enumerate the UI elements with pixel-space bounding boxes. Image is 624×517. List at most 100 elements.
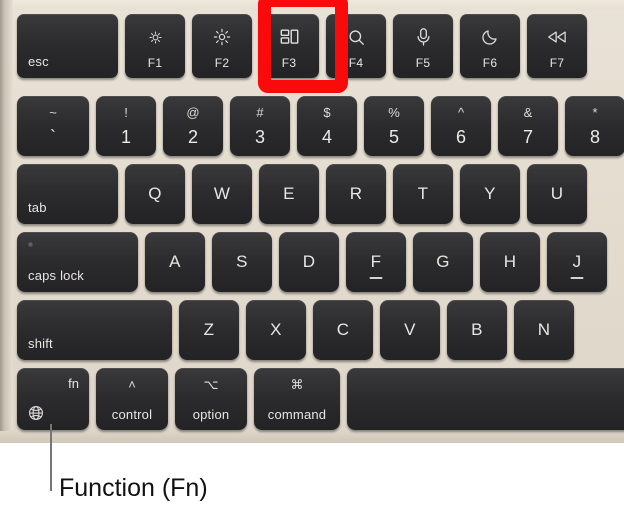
key-b[interactable]: B <box>447 300 507 360</box>
key-2-upper-label: @ <box>186 105 200 120</box>
key-6[interactable]: ^ 6 <box>431 96 491 156</box>
key-f-label: F <box>370 252 382 271</box>
key-1[interactable]: ! 1 <box>96 96 156 156</box>
key-x-label: X <box>270 320 282 339</box>
key-2[interactable]: @ 2 <box>163 96 223 156</box>
key-u-label: U <box>550 184 564 203</box>
number-key-row: ~ ` ! 1 @ 2 # 3 $ 4 % 5 ^ 6 & 7 * 8 <box>17 96 624 156</box>
key-control-label: control <box>111 407 153 422</box>
key-8-upper-label: * <box>592 105 598 120</box>
key-s[interactable]: S <box>212 232 272 292</box>
key-x[interactable]: X <box>246 300 306 360</box>
key-r-label: R <box>349 184 363 203</box>
key-f3[interactable]: F3 <box>259 14 319 78</box>
key-y-label: Y <box>484 184 496 203</box>
homing-bar-f <box>369 277 383 279</box>
key-v[interactable]: V <box>380 300 440 360</box>
key-command[interactable]: ⌘ command <box>254 368 340 430</box>
brightness-up-icon <box>192 26 252 48</box>
key-f[interactable]: F <box>346 232 406 292</box>
key-a-label: A <box>169 252 181 271</box>
key-f6-label: F6 <box>482 56 498 70</box>
key-option[interactable]: ⌥ option <box>175 368 247 430</box>
key-w[interactable]: W <box>192 164 252 224</box>
key-j[interactable]: J <box>547 232 607 292</box>
qwerty-key-row: tab Q W E R T Y U <box>17 164 587 224</box>
key-7[interactable]: & 7 <box>498 96 558 156</box>
function-key-row: esc F1 F2 F3 F4 F5 F6 F7 <box>17 14 587 78</box>
key-4[interactable]: $ 4 <box>297 96 357 156</box>
annotation-leader-line <box>50 424 52 491</box>
key-backtick-upper-label: ~ <box>49 105 57 120</box>
key-f5[interactable]: F5 <box>393 14 453 78</box>
key-shift[interactable]: shift <box>17 300 172 360</box>
key-shift-label: shift <box>28 336 53 351</box>
key-c[interactable]: C <box>313 300 373 360</box>
key-y[interactable]: Y <box>460 164 520 224</box>
key-f6[interactable]: F6 <box>460 14 520 78</box>
keyboard-bezel-left <box>0 0 13 443</box>
keyboard: esc F1 F2 F3 F4 F5 F6 F7 ~ ` ! 1 @ 2 # 3… <box>0 0 624 443</box>
key-4-upper-label: $ <box>323 105 331 120</box>
key-fn-label: fn <box>68 376 79 391</box>
key-esc-label: esc <box>28 54 49 69</box>
key-f4[interactable]: F4 <box>326 14 386 78</box>
key-n[interactable]: N <box>514 300 574 360</box>
spotlight-search-icon <box>326 26 386 48</box>
key-z[interactable]: Z <box>179 300 239 360</box>
key-control[interactable]: ˄ control <box>96 368 168 430</box>
key-space[interactable] <box>347 368 624 430</box>
key-t[interactable]: T <box>393 164 453 224</box>
key-g[interactable]: G <box>413 232 473 292</box>
key-3-upper-label: # <box>256 105 264 120</box>
key-u[interactable]: U <box>527 164 587 224</box>
key-5-upper-label: % <box>388 105 400 120</box>
key-7-lower-label: 7 <box>522 127 533 147</box>
key-f4-label: F4 <box>348 56 364 70</box>
key-r[interactable]: R <box>326 164 386 224</box>
key-8-lower-label: 8 <box>589 127 600 147</box>
key-b-label: B <box>471 320 483 339</box>
key-1-upper-label: ! <box>124 105 128 120</box>
globe-icon <box>27 404 45 422</box>
key-j-label: J <box>572 252 582 271</box>
key-backtick-lower-label: ` <box>50 127 56 147</box>
key-c-label: C <box>336 320 350 339</box>
key-command-label: command <box>267 407 327 422</box>
key-7-upper-label: & <box>523 105 533 120</box>
key-5[interactable]: % 5 <box>364 96 424 156</box>
key-d[interactable]: D <box>279 232 339 292</box>
key-1-lower-label: 1 <box>120 127 131 147</box>
key-3[interactable]: # 3 <box>230 96 290 156</box>
key-q[interactable]: Q <box>125 164 185 224</box>
option-alt-icon: ⌥ <box>203 377 219 392</box>
command-cloverleaf-icon: ⌘ <box>290 377 304 392</box>
key-f5-label: F5 <box>415 56 431 70</box>
key-e-label: E <box>283 184 295 203</box>
key-caps-lock[interactable]: caps lock <box>17 232 138 292</box>
key-q-label: Q <box>148 184 162 203</box>
key-fn[interactable]: fn <box>17 368 89 430</box>
key-8[interactable]: * 8 <box>565 96 624 156</box>
mission-control-icon <box>259 26 319 48</box>
key-esc[interactable]: esc <box>17 14 118 78</box>
key-2-lower-label: 2 <box>187 127 198 147</box>
annotation-label: Function (Fn) <box>59 474 208 502</box>
modifier-key-row: fn ˄ control ⌥ option ⌘ command <box>17 368 624 430</box>
key-f2[interactable]: F2 <box>192 14 252 78</box>
caps-lock-indicator-light <box>28 242 33 247</box>
key-s-label: S <box>236 252 248 271</box>
key-caps-lock-label: caps lock <box>28 268 84 283</box>
key-t-label: T <box>417 184 429 203</box>
key-f1[interactable]: F1 <box>125 14 185 78</box>
key-f7[interactable]: F7 <box>527 14 587 78</box>
key-5-lower-label: 5 <box>388 127 399 147</box>
key-a[interactable]: A <box>145 232 205 292</box>
key-tab-label: tab <box>28 200 47 215</box>
key-v-label: V <box>404 320 416 339</box>
key-h[interactable]: H <box>480 232 540 292</box>
key-e[interactable]: E <box>259 164 319 224</box>
key-tab[interactable]: tab <box>17 164 118 224</box>
key-backtick[interactable]: ~ ` <box>17 96 89 156</box>
do-not-disturb-moon-icon <box>460 26 520 48</box>
